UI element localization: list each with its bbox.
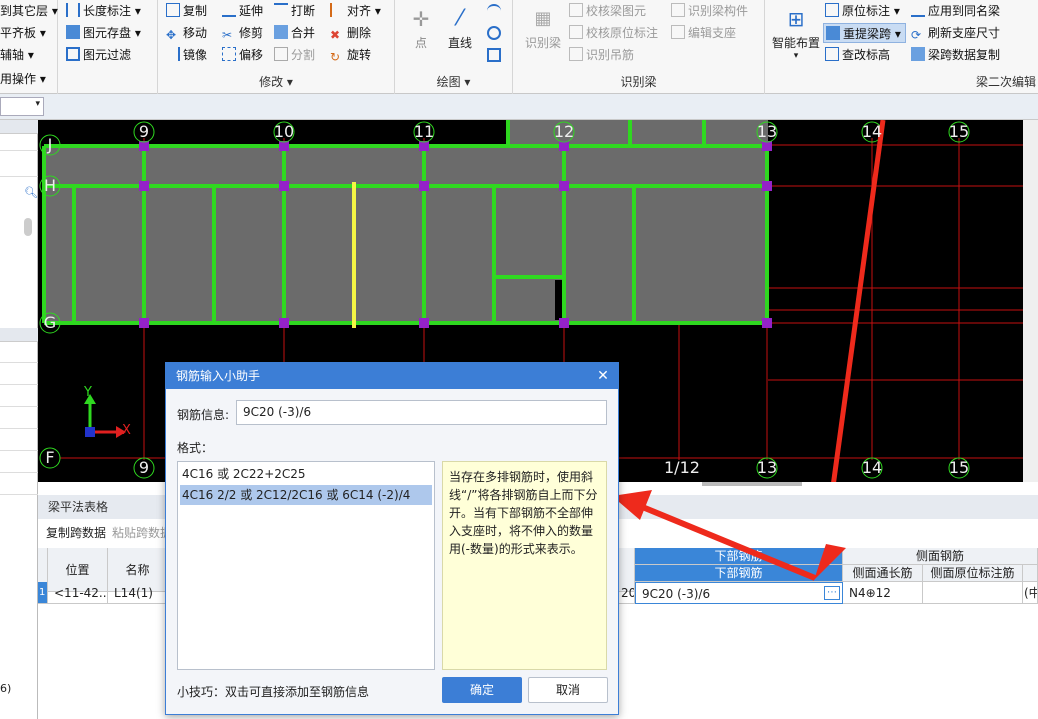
- format-item[interactable]: 4C16 或 2C22+2C25: [180, 464, 432, 484]
- rebar-info-input[interactable]: 9C20 (-3)/6: [236, 400, 607, 425]
- format-item-selected[interactable]: 4C16 2/2 或 2C12/2C16 或 6C14 (-2)/4: [180, 485, 432, 505]
- tip-box: 当存在多排钢筋时，使用斜线“/”将各排钢筋自上而下分开。当有下部钢筋不全部伸入支…: [442, 461, 607, 670]
- annotation-arrow-2: [638, 503, 817, 581]
- close-icon[interactable]: ✕: [594, 363, 612, 389]
- dialog-title: 钢筋输入小助手: [166, 363, 618, 389]
- format-label: 格式：: [177, 441, 214, 455]
- cancel-button[interactable]: 取消: [528, 677, 608, 703]
- annotation-arrowhead-1: [814, 544, 846, 580]
- format-list[interactable]: 4C16 或 2C22+2C25 4C16 2/2 或 2C12/2C16 或 …: [177, 461, 435, 670]
- hint-text: 小技巧：双击可直接添加至钢筋信息: [177, 685, 370, 699]
- app-window: 到其它层 ▾ 平齐板 ▾ 辅轴 ▾ 用操作 ▾ 长度标注 ▾ 图元存盘 ▾ 图元…: [0, 0, 1038, 719]
- ok-button[interactable]: 确定: [442, 677, 522, 703]
- rebar-input-dialog: 钢筋输入小助手 ✕ 钢筋信息: 9C20 (-3)/6 格式： 4C16 或 2…: [165, 362, 619, 715]
- rebar-info-label: 钢筋信息:: [177, 408, 230, 422]
